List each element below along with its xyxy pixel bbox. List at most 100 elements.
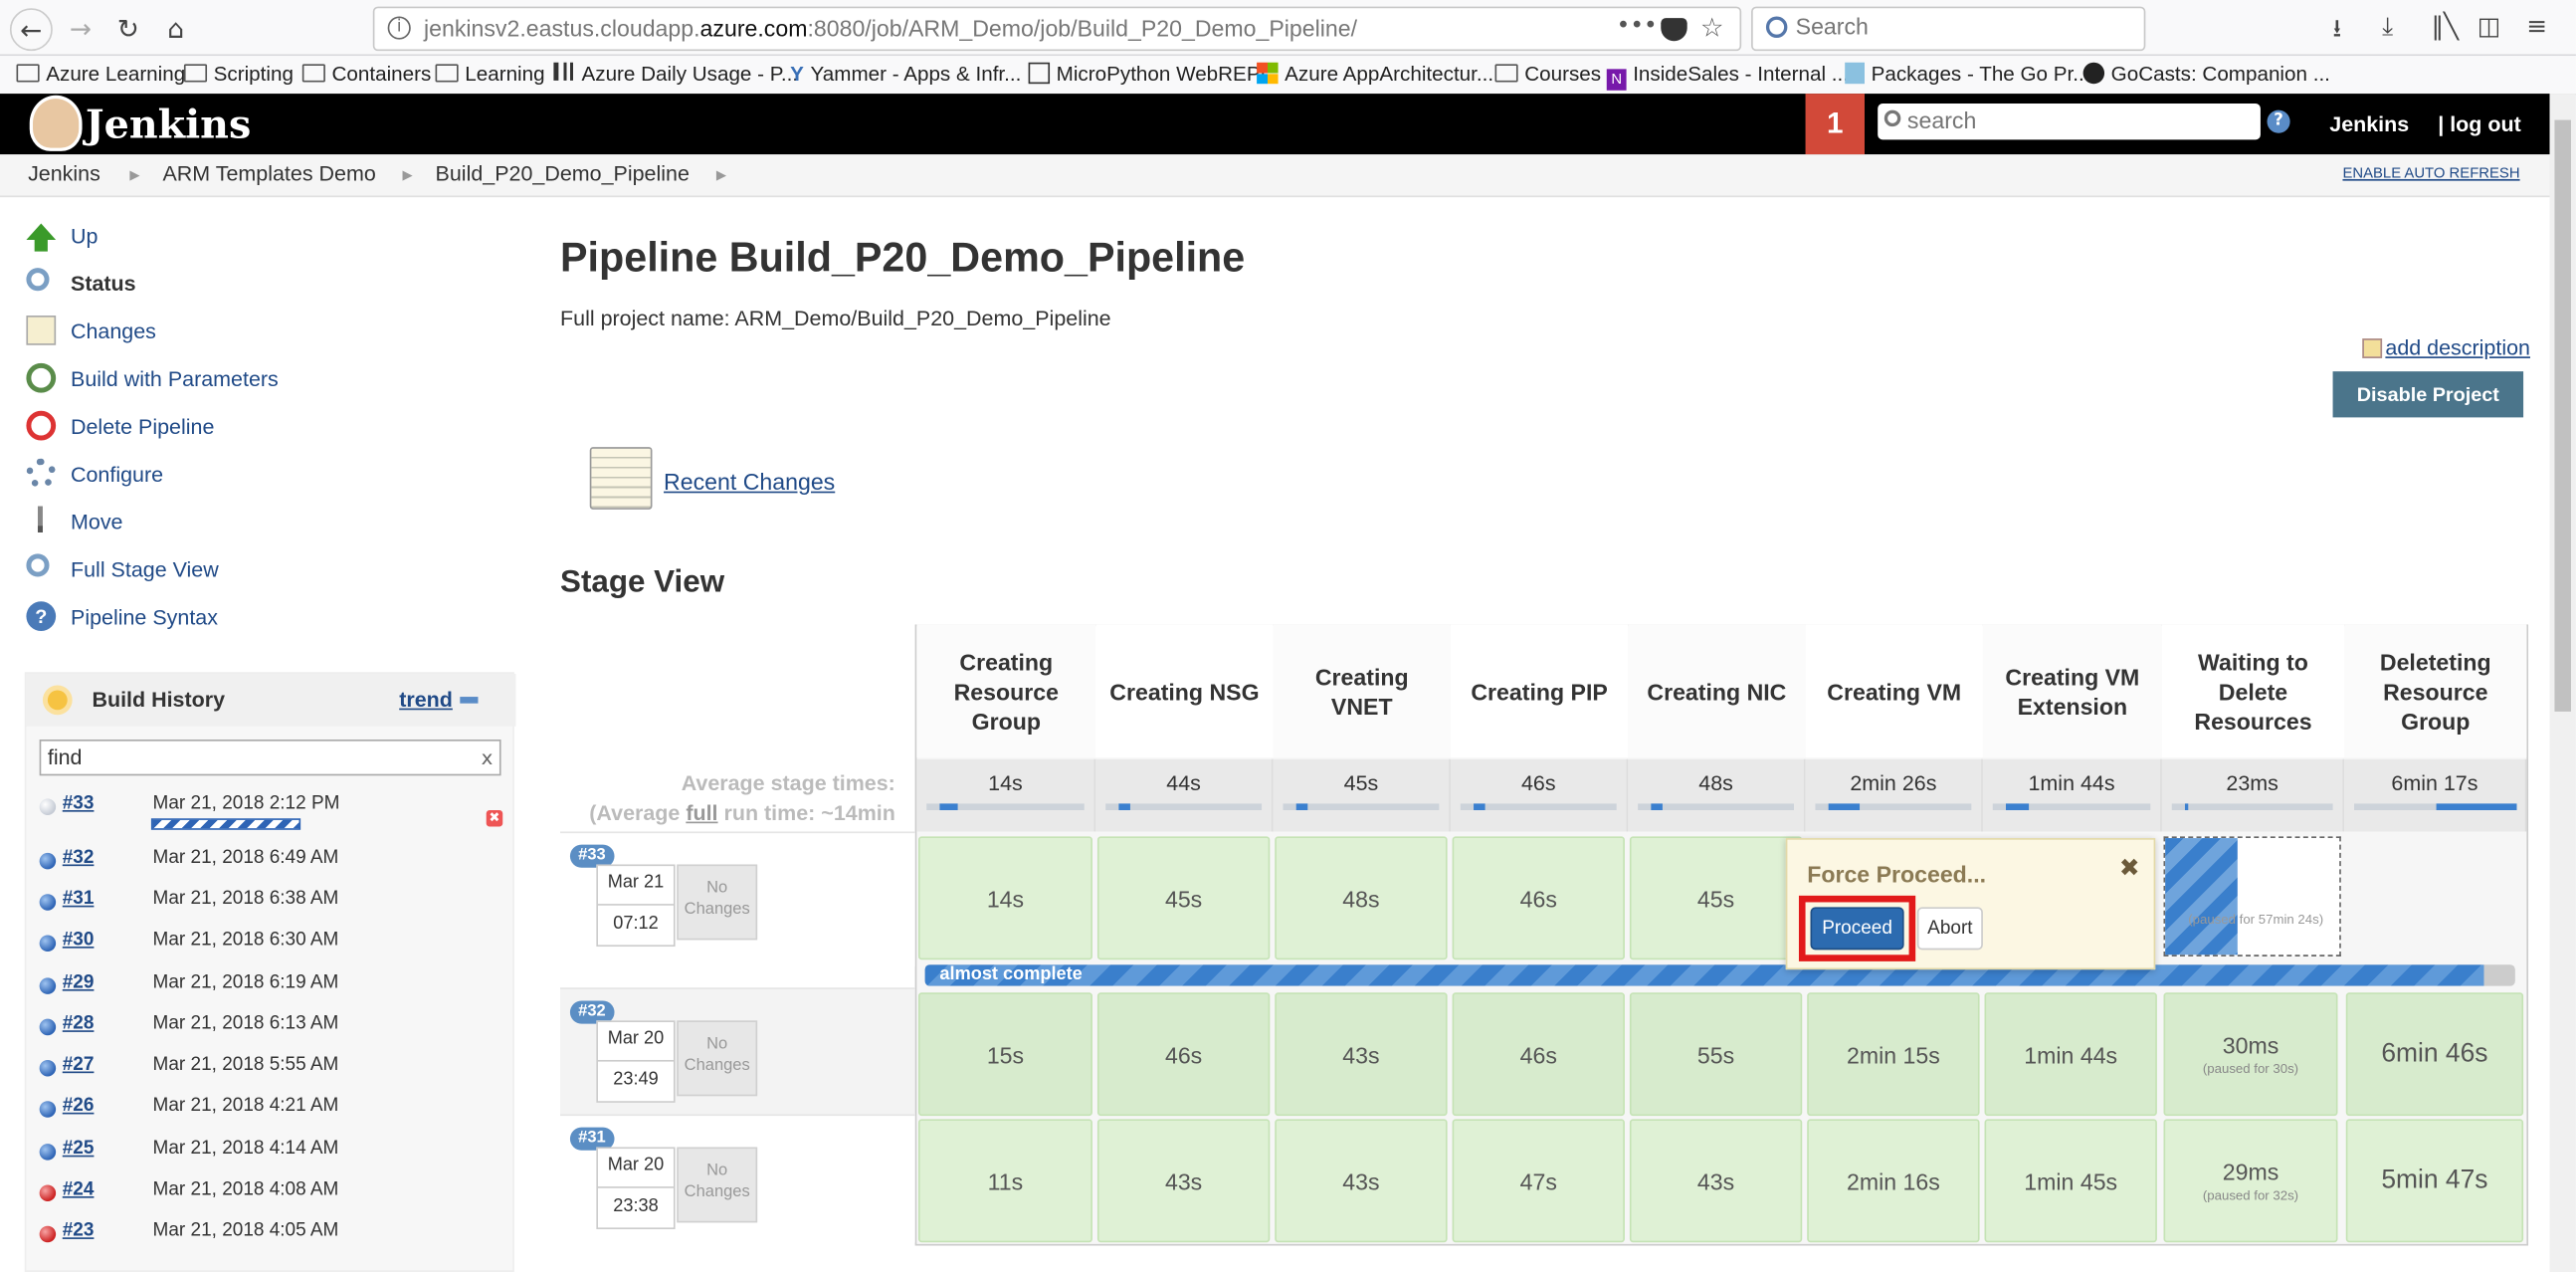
- build-history-row[interactable]: #32 Mar 21, 2018 6:49 AM: [25, 843, 514, 884]
- bookmark-azure-architecture[interactable]: Azure AppArchitectur...: [1257, 62, 1493, 86]
- stage-cell[interactable]: 45s: [1096, 836, 1271, 960]
- notepad-icon[interactable]: [589, 447, 653, 510]
- stage-cell[interactable]: 1min 45s: [1984, 1119, 2157, 1243]
- build-number-link[interactable]: #28: [63, 1014, 95, 1034]
- browser-search-input[interactable]: [1795, 13, 2124, 40]
- bookmark-micropython[interactable]: MicroPython WebREPL: [1028, 62, 1272, 86]
- build-number-link[interactable]: #29: [63, 972, 95, 992]
- stage-cell[interactable]: 45s: [1629, 836, 1803, 960]
- task-changes-label[interactable]: Changes: [71, 318, 156, 343]
- run-progress-bar[interactable]: almost complete: [924, 964, 2515, 986]
- logout-link[interactable]: | log out: [2438, 111, 2521, 136]
- task-pipeline-syntax-label[interactable]: Pipeline Syntax: [71, 605, 218, 630]
- bookmark-azure-daily-usage[interactable]: Azure Daily Usage - P...: [553, 62, 798, 86]
- trend-icon[interactable]: [460, 697, 479, 704]
- build-history-row[interactable]: #30 Mar 21, 2018 6:30 AM: [25, 926, 514, 966]
- task-configure-label[interactable]: Configure: [71, 462, 163, 487]
- build-number-link[interactable]: #26: [63, 1096, 95, 1116]
- stage-cell[interactable]: 55s: [1629, 992, 1803, 1117]
- jenkins-search-input[interactable]: [1906, 106, 2253, 133]
- build-date-link[interactable]: Mar 21, 2018 6:38 AM: [153, 889, 339, 909]
- stage-cell[interactable]: 43s: [1096, 1119, 1271, 1243]
- stage-cell[interactable]: 14s: [917, 836, 1092, 960]
- jenkins-logo-icon[interactable]: [29, 95, 83, 151]
- build-history-row[interactable]: #24 Mar 21, 2018 4:08 AM: [25, 1175, 514, 1216]
- home-icon[interactable]: ⌂: [154, 8, 197, 51]
- stage-cell[interactable]: 46s: [1452, 992, 1625, 1117]
- url-text[interactable]: jenkinsv2.eastus.cloudapp.azure.com:8080…: [424, 15, 1357, 41]
- back-icon[interactable]: ←: [9, 8, 53, 52]
- site-info-icon[interactable]: i: [387, 16, 411, 40]
- stage-cell[interactable]: 11s: [917, 1119, 1092, 1243]
- build-history-row[interactable]: #23 Mar 21, 2018 4:05 AM: [25, 1216, 514, 1257]
- bookmark-insidesales[interactable]: N InsideSales - Internal ...: [1606, 63, 1849, 91]
- build-number-link[interactable]: #27: [63, 1055, 95, 1075]
- abort-button[interactable]: Abort: [1916, 907, 1983, 951]
- build-date-link[interactable]: Mar 21, 2018 5:55 AM: [153, 1055, 339, 1075]
- clear-filter-icon[interactable]: x: [482, 746, 494, 769]
- user-link[interactable]: Jenkins: [2329, 111, 2409, 136]
- help-icon[interactable]: ?: [2267, 109, 2290, 133]
- build-date-link[interactable]: Mar 21, 2018 6:30 AM: [153, 931, 339, 951]
- build-history-row[interactable]: #26 Mar 21, 2018 4:21 AM: [25, 1091, 514, 1132]
- build-date-link[interactable]: Mar 21, 2018 4:21 AM: [153, 1096, 339, 1116]
- stage-cell[interactable]: 47s: [1452, 1119, 1625, 1243]
- pocket-icon[interactable]: [1661, 18, 1687, 42]
- avg-full-link[interactable]: full: [686, 800, 717, 825]
- stage-cell[interactable]: 30ms (paused for 30s): [2163, 992, 2338, 1117]
- build-filter-input[interactable]: [47, 743, 459, 769]
- build-history-row[interactable]: #27 Mar 21, 2018 5:55 AM: [25, 1050, 514, 1091]
- stage-cell[interactable]: 43s: [1629, 1119, 1803, 1243]
- build-number-link[interactable]: #32: [63, 848, 95, 868]
- stage-cell[interactable]: 29ms (paused for 32s): [2163, 1119, 2338, 1243]
- build-date-link[interactable]: Mar 21, 2018 4:05 AM: [153, 1221, 339, 1241]
- build-date-link[interactable]: Mar 21, 2018 2:12 PM: [153, 793, 340, 813]
- build-date-link[interactable]: Mar 21, 2018 6:13 AM: [153, 1014, 339, 1034]
- build-history-row[interactable]: #29 Mar 21, 2018 6:19 AM: [25, 967, 514, 1008]
- disable-project-button[interactable]: Disable Project: [2332, 371, 2524, 418]
- breadcrumb-jenkins[interactable]: Jenkins: [28, 161, 100, 186]
- pending-input-stage-cell[interactable]: (paused for 57min 24s): [2163, 836, 2341, 956]
- bookmark-containers[interactable]: Containers: [301, 63, 431, 86]
- bookmark-go-packages[interactable]: Packages - The Go Pr...: [1845, 62, 2089, 86]
- bookmark-learning[interactable]: Learning: [435, 63, 545, 86]
- save-to-pocket-icon[interactable]: ⭳: [2333, 12, 2342, 53]
- build-date-link[interactable]: Mar 21, 2018 6:49 AM: [153, 848, 339, 868]
- page-scrollbar[interactable]: [2549, 94, 2576, 1272]
- stage-cell[interactable]: 6min 46s: [2345, 992, 2524, 1117]
- reload-icon[interactable]: ↻: [106, 8, 149, 51]
- bookmark-gocasts[interactable]: GoCasts: Companion ...: [2082, 62, 2330, 86]
- menu-icon[interactable]: ≡: [2526, 12, 2547, 42]
- bookmark-star-icon[interactable]: ☆: [1700, 12, 1724, 43]
- build-history-row[interactable]: #28 Mar 21, 2018 6:13 AM: [25, 1009, 514, 1050]
- downloads-icon[interactable]: ⤓: [2382, 12, 2393, 42]
- breadcrumb-arm-templates-demo[interactable]: ARM Templates Demo: [162, 161, 375, 186]
- stage-cell[interactable]: 2min 15s: [1807, 992, 1980, 1117]
- breadcrumb-arrow-icon[interactable]: ▶: [716, 167, 726, 182]
- close-icon[interactable]: ✖: [2119, 853, 2140, 883]
- stage-cell[interactable]: 46s: [1452, 836, 1625, 960]
- build-number-link[interactable]: #33: [63, 793, 95, 813]
- sidebar-icon[interactable]: ◫: [2477, 12, 2500, 42]
- notification-badge[interactable]: 1: [1805, 94, 1865, 155]
- stage-cell[interactable]: 43s: [1275, 1119, 1448, 1243]
- build-history-row[interactable]: #31 Mar 21, 2018 6:38 AM: [25, 884, 514, 925]
- task-build-label[interactable]: Build with Parameters: [71, 366, 279, 391]
- build-date-link[interactable]: Mar 21, 2018 4:08 AM: [153, 1179, 339, 1199]
- proceed-button[interactable]: Proceed: [1810, 907, 1904, 951]
- task-delete-label[interactable]: Delete Pipeline: [71, 414, 214, 439]
- stage-cell[interactable]: 43s: [1275, 992, 1448, 1117]
- stage-cell[interactable]: 48s: [1275, 836, 1448, 960]
- stop-build-icon[interactable]: ✖: [486, 809, 503, 827]
- bookmark-courses[interactable]: Courses: [1494, 63, 1601, 86]
- jenkins-brand[interactable]: Jenkins: [86, 101, 251, 148]
- task-full-stage-view-label[interactable]: Full Stage View: [71, 557, 219, 582]
- library-icon[interactable]: ‖╲: [2432, 12, 2459, 42]
- bookmark-yammer[interactable]: Y Yammer - Apps & Infr...: [790, 63, 1021, 86]
- breadcrumb-arrow-icon[interactable]: ▶: [129, 167, 139, 182]
- build-number-link[interactable]: #24: [63, 1179, 95, 1199]
- stage-cell[interactable]: 46s: [1096, 992, 1271, 1117]
- stage-cell[interactable]: 1min 44s: [1984, 992, 2157, 1117]
- trend-link[interactable]: trend: [399, 687, 453, 712]
- breadcrumb-arrow-icon[interactable]: ▶: [403, 167, 413, 182]
